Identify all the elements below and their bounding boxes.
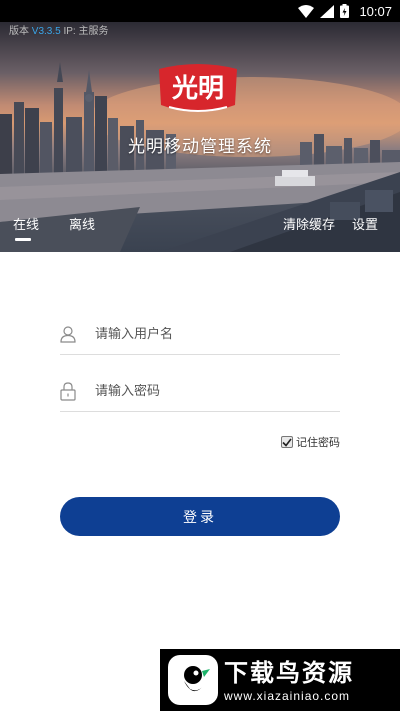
watermark-url: www.xiazainiao.com: [224, 689, 351, 703]
user-icon: [60, 326, 76, 344]
login-button[interactable]: 登录: [60, 497, 340, 536]
remember-password[interactable]: 记住密码: [281, 434, 340, 450]
tab-online[interactable]: 在线: [13, 214, 39, 233]
banner: 版本 V3.3.5 IP: 主服务 光明 光明移动管理系统 在线 离线 清除缓存…: [0, 22, 400, 252]
clear-cache-button[interactable]: 清除缓存: [283, 214, 335, 233]
watermark-banner: 下载鸟资源 www.xiazainiao.com: [160, 649, 400, 711]
brand-logo: 光明: [159, 64, 237, 112]
clock: 10:07: [359, 3, 392, 19]
checkmark-icon: [282, 438, 292, 447]
login-screen: 10:07 版本 V3.3.5 IP: 主服务 光明 光明移动管理系统 在线 离…: [0, 0, 400, 711]
password-field: [60, 372, 340, 412]
watermark-title: 下载鸟资源: [224, 659, 354, 687]
version-value: V3.3.5: [31, 26, 61, 37]
username-field: [60, 315, 340, 355]
battery-icon: [340, 4, 350, 18]
app-title: 光明移动管理系统: [128, 137, 272, 157]
settings-button[interactable]: 设置: [352, 214, 378, 233]
status-bar: 10:07: [0, 0, 400, 22]
remember-checkbox[interactable]: [281, 436, 293, 448]
wifi-icon: [298, 4, 315, 18]
active-tab-indicator: [15, 238, 31, 241]
remember-label: 记住密码: [296, 436, 340, 449]
ip-info: IP: 主服务: [63, 26, 109, 37]
signal-icon: [320, 4, 335, 18]
svg-text:光明: 光明: [171, 74, 224, 104]
bird-logo-icon: [168, 655, 218, 705]
lock-icon: [60, 382, 76, 401]
username-input[interactable]: [95, 327, 315, 342]
version-label: 版本: [9, 26, 29, 37]
password-input[interactable]: [95, 384, 315, 399]
tab-offline[interactable]: 离线: [69, 214, 95, 233]
version-info: 版本 V3.3.5 IP: 主服务: [9, 22, 109, 37]
